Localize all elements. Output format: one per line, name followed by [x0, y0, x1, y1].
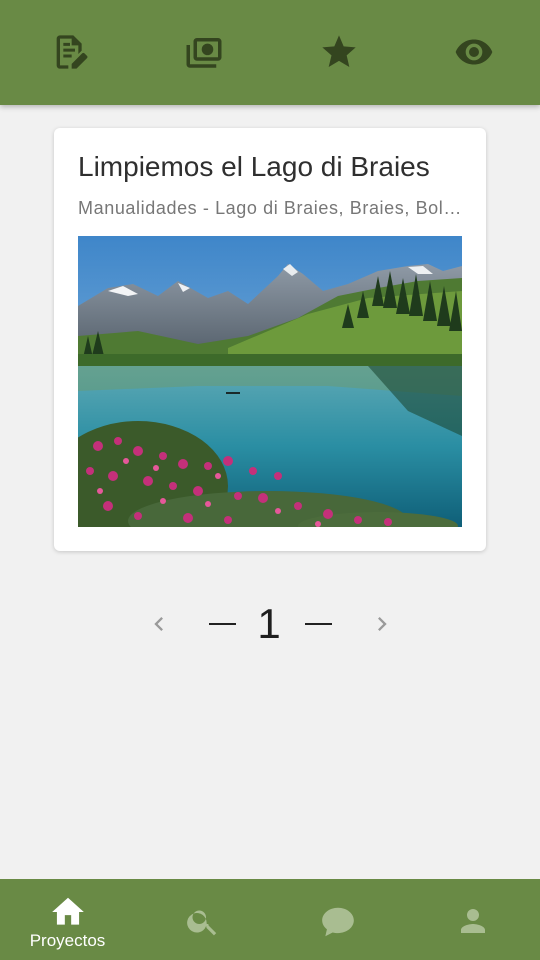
- bottom-navigation: Proyectos: [0, 879, 540, 960]
- nav-search[interactable]: [135, 879, 270, 960]
- project-subtitle: Manualidades - Lago di Braies, Braies, B…: [78, 198, 462, 218]
- nav-profile[interactable]: [405, 879, 540, 960]
- mountain-lake-photo: [78, 236, 462, 527]
- edit-note-icon: [56, 35, 88, 69]
- pager-dash-right: [305, 623, 332, 625]
- pager-dash-left: [209, 623, 236, 625]
- chevron-left-icon: [154, 617, 163, 631]
- next-page-button[interactable]: [368, 610, 396, 638]
- search-icon: [186, 910, 216, 936]
- project-title: Limpiemos el Lago di Braies: [78, 151, 430, 182]
- home-icon: [51, 897, 84, 925]
- tab-favorites[interactable]: [317, 30, 361, 74]
- nav-proyectos-label: Proyectos: [29, 931, 106, 950]
- pagination: 1: [0, 596, 540, 656]
- chat-icon: [321, 907, 354, 937]
- project-card[interactable]: Limpiemos el Lago di Braies Manualidades…: [54, 128, 486, 551]
- star-icon: [322, 35, 356, 67]
- nav-messages[interactable]: [270, 879, 405, 960]
- tab-views[interactable]: [452, 30, 496, 74]
- current-page-number: 1: [257, 600, 281, 647]
- previous-page-button[interactable]: [145, 610, 173, 638]
- project-image[interactable]: [78, 236, 462, 527]
- tab-edit[interactable]: [48, 30, 92, 74]
- nav-proyectos[interactable]: Proyectos: [0, 879, 135, 960]
- top-tab-bar: [0, 0, 540, 105]
- eye-icon: [455, 39, 493, 65]
- money-icon: [186, 38, 222, 68]
- tab-money[interactable]: [182, 30, 226, 74]
- chevron-right-icon: [378, 617, 387, 631]
- person-icon: [460, 909, 485, 933]
